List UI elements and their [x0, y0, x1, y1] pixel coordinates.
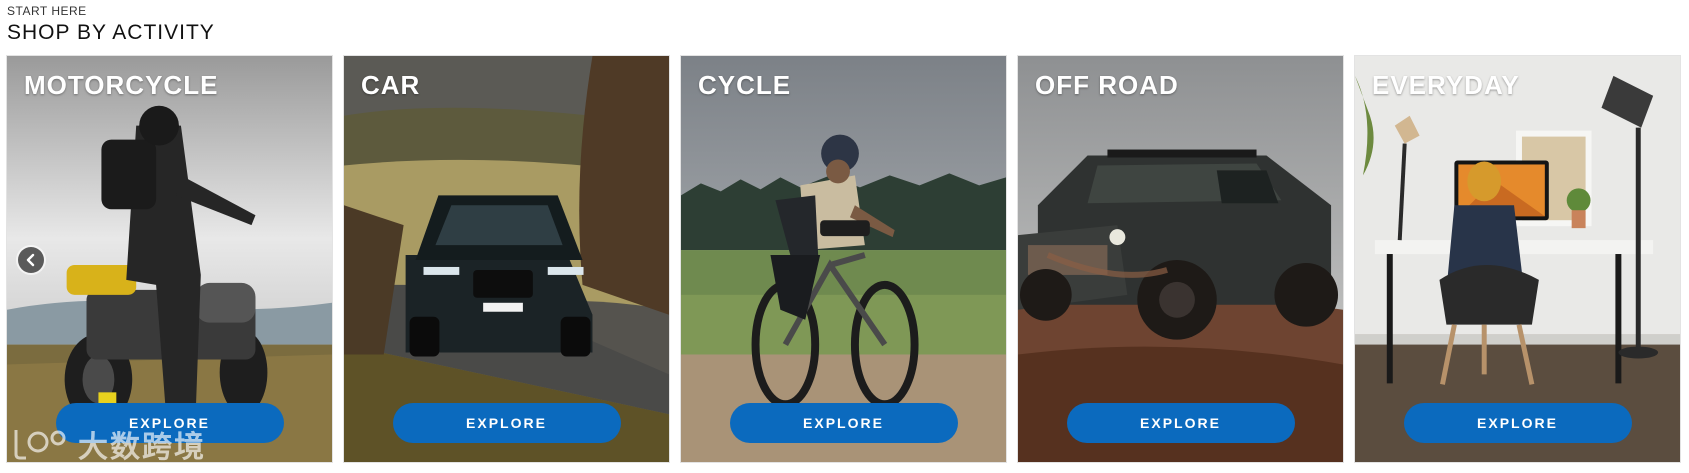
carousel-prev-button[interactable] [18, 247, 44, 273]
explore-button[interactable]: EXPLORE [1403, 403, 1632, 443]
card-title: EVERYDAY [1372, 70, 1520, 100]
explore-button[interactable]: EXPLORE [729, 403, 958, 443]
chevron-left-icon [26, 253, 35, 267]
watermark: 大数跨境 [12, 422, 206, 466]
card-title: MOTORCYCLE [24, 70, 219, 100]
activity-card-everyday[interactable]: EVERYDAY EXPLORE [1354, 55, 1681, 463]
motorcycle-image [7, 56, 332, 462]
activity-card-car[interactable]: CAR EXPLORE [343, 55, 670, 463]
card-title: CYCLE [698, 70, 792, 100]
watermark-logo-icon [14, 430, 66, 460]
section-header: START HERE SHOP BY ACTIVITY [7, 4, 215, 46]
activity-carousel: MOTORCYCLE EXPLORE CAR EXPLORE CYCLE EXP… [6, 55, 1681, 463]
card-title: CAR [361, 70, 421, 100]
activity-card-motorcycle[interactable]: MOTORCYCLE EXPLORE [6, 55, 333, 463]
watermark-text: 大数跨境 [78, 430, 206, 465]
activity-card-off-road[interactable]: OFF ROAD EXPLORE [1017, 55, 1344, 463]
section-title: SHOP BY ACTIVITY [7, 21, 215, 44]
activity-card-cycle[interactable]: CYCLE EXPLORE [680, 55, 1007, 463]
everyday-image [1355, 56, 1680, 462]
card-title: OFF ROAD [1035, 70, 1179, 100]
off-road-image [1018, 56, 1343, 462]
explore-button[interactable]: EXPLORE [1066, 403, 1295, 443]
cycle-image [681, 56, 1006, 462]
explore-button[interactable]: EXPLORE [392, 403, 621, 443]
car-image [344, 56, 669, 462]
section-eyebrow: START HERE [7, 4, 87, 18]
